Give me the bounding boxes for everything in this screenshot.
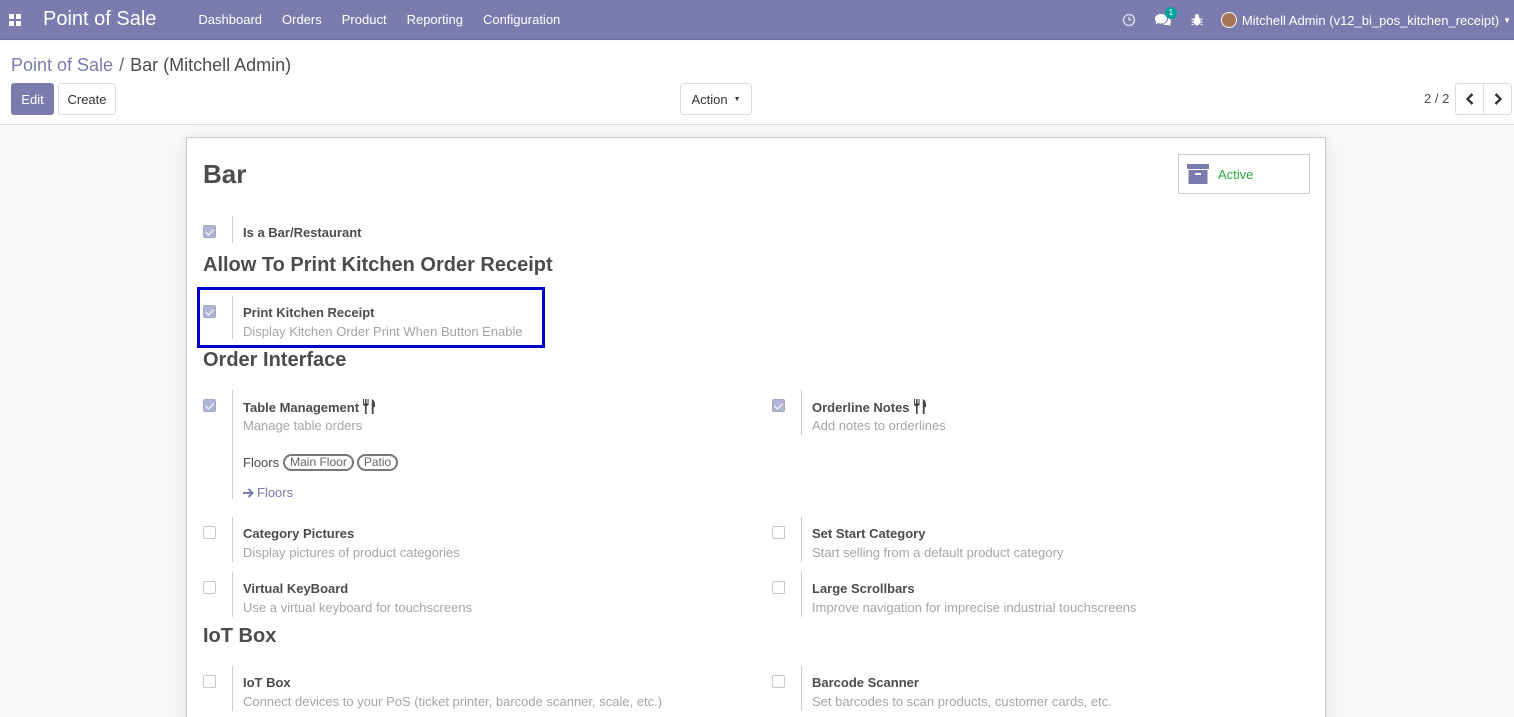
category-pictures-label: Category Pictures: [243, 526, 355, 541]
cutlery-icon: [913, 399, 926, 414]
divider: [232, 666, 233, 711]
create-button[interactable]: Create: [58, 83, 116, 115]
floors-field: Floors Main Floor Patio: [243, 454, 401, 471]
divider: [232, 517, 233, 562]
start-category-desc: Start selling from a default product cat…: [812, 545, 1064, 560]
orderline-notes-label: Orderline Notes: [812, 400, 910, 415]
divider: [232, 216, 233, 243]
chevron-right-icon: [1494, 93, 1502, 105]
is-bar-label: Is a Bar/Restaurant: [243, 225, 362, 240]
archive-icon: [1187, 164, 1209, 184]
chat-badge: 1: [1164, 7, 1177, 19]
menu-dashboard[interactable]: Dashboard: [198, 12, 262, 27]
section-kitchen-title: Allow To Print Kitchen Order Receipt: [203, 254, 553, 276]
pager-previous-button[interactable]: [1455, 83, 1484, 115]
menu-configuration[interactable]: Configuration: [483, 12, 560, 27]
user-avatar[interactable]: [1220, 12, 1237, 28]
breadcrumb-current: Bar (Mitchell Admin): [130, 55, 292, 75]
pager-next-button[interactable]: [1483, 83, 1512, 115]
table-management-label: Table Management: [243, 400, 360, 415]
floor-tag-main-floor[interactable]: Main Floor: [283, 454, 354, 471]
print-kitchen-checkbox[interactable]: [203, 305, 216, 318]
divider: [232, 390, 233, 499]
iot-box-label: IoT Box: [243, 675, 291, 690]
table-management-checkbox[interactable]: [203, 399, 216, 412]
large-scrollbars-desc: Improve navigation for imprecise industr…: [812, 600, 1137, 615]
user-caret-icon[interactable]: ▼: [1503, 16, 1511, 25]
action-label: Action: [691, 91, 728, 107]
iot-box-checkbox[interactable]: [203, 675, 216, 688]
print-kitchen-label: Print Kitchen Receipt: [243, 305, 375, 320]
apps-grid-icon[interactable]: [3, 8, 27, 32]
category-pictures-desc: Display pictures of product categories: [243, 545, 460, 560]
section-order-title: Order Interface: [203, 349, 347, 371]
top-navbar: Point of Sale Dashboard Orders Product R…: [0, 0, 1514, 40]
breadcrumb: Point of Sale / Bar (Mitchell Admin): [11, 55, 291, 76]
app-name: Point of Sale: [43, 8, 157, 30]
table-management-desc: Manage table orders: [243, 418, 363, 433]
barcode-scanner-checkbox[interactable]: [772, 675, 785, 688]
cutlery-icon: [363, 399, 376, 414]
active-toggle-button[interactable]: Active: [1178, 154, 1310, 194]
section-iot-title: IoT Box: [203, 625, 277, 647]
control-panel: Point of Sale / Bar (Mitchell Admin) Edit …: [0, 41, 1514, 125]
orderline-notes-label-row: Orderline Notes: [812, 399, 927, 415]
virtual-keyboard-checkbox[interactable]: [203, 581, 216, 594]
breadcrumb-separator: /: [119, 55, 125, 75]
table-management-label-row: Table Management: [243, 399, 376, 415]
arrow-right-icon: [243, 487, 254, 498]
chevron-left-icon: [1465, 93, 1473, 105]
divider: [232, 296, 233, 339]
floor-tag-patio[interactable]: Patio: [356, 454, 399, 471]
start-category-label: Set Start Category: [812, 526, 926, 541]
virtual-keyboard-label: Virtual KeyBoard: [243, 581, 349, 596]
record-title: Bar: [203, 159, 247, 189]
start-category-checkbox[interactable]: [772, 526, 785, 539]
edit-button[interactable]: Edit: [11, 83, 54, 115]
pager-value: 2 / 2: [1424, 91, 1450, 106]
divider: [801, 390, 802, 435]
orderline-notes-checkbox[interactable]: [772, 399, 785, 412]
menu-product[interactable]: Product: [342, 12, 387, 27]
menu-reporting[interactable]: Reporting: [407, 12, 463, 27]
form-sheet: Bar Active Is a Bar/Restaurant Allow To …: [186, 137, 1326, 717]
divider: [232, 572, 233, 617]
action-dropdown[interactable]: Action ▼: [680, 83, 752, 115]
chat-icon[interactable]: 1: [1153, 7, 1177, 30]
navbar-right: 1 Mitchell Admin (v12_bi_pos_kitchen_rec…: [1119, 0, 1514, 40]
is-bar-checkbox[interactable]: [203, 225, 216, 238]
divider: [801, 666, 802, 711]
barcode-scanner-desc: Set barcodes to scan products, customer …: [812, 694, 1112, 709]
print-kitchen-desc: Display Kitchen Order Print When Button …: [243, 324, 523, 339]
floors-label: Floors: [243, 455, 280, 470]
menu-orders[interactable]: Orders: [282, 12, 322, 27]
floors-link[interactable]: Floors: [243, 485, 293, 500]
large-scrollbars-checkbox[interactable]: [772, 581, 785, 594]
virtual-keyboard-desc: Use a virtual keyboard for touchscreens: [243, 600, 473, 615]
category-pictures-checkbox[interactable]: [203, 526, 216, 539]
iot-box-desc: Connect devices to your PoS (ticket prin…: [243, 694, 663, 709]
floors-link-label: Floors: [257, 485, 294, 500]
debug-bug-icon[interactable]: [1187, 10, 1207, 30]
breadcrumb-parent[interactable]: Point of Sale: [11, 55, 113, 75]
activity-clock-icon[interactable]: [1119, 10, 1139, 30]
user-menu[interactable]: Mitchell Admin (v12_bi_pos_kitchen_recei…: [1242, 13, 1499, 28]
divider: [801, 517, 802, 562]
large-scrollbars-label: Large Scrollbars: [812, 581, 915, 596]
active-label: Active: [1218, 166, 1254, 182]
action-caret-icon: ▼: [733, 95, 741, 103]
barcode-scanner-label: Barcode Scanner: [812, 675, 919, 690]
divider: [801, 572, 802, 617]
orderline-notes-desc: Add notes to orderlines: [812, 418, 946, 433]
